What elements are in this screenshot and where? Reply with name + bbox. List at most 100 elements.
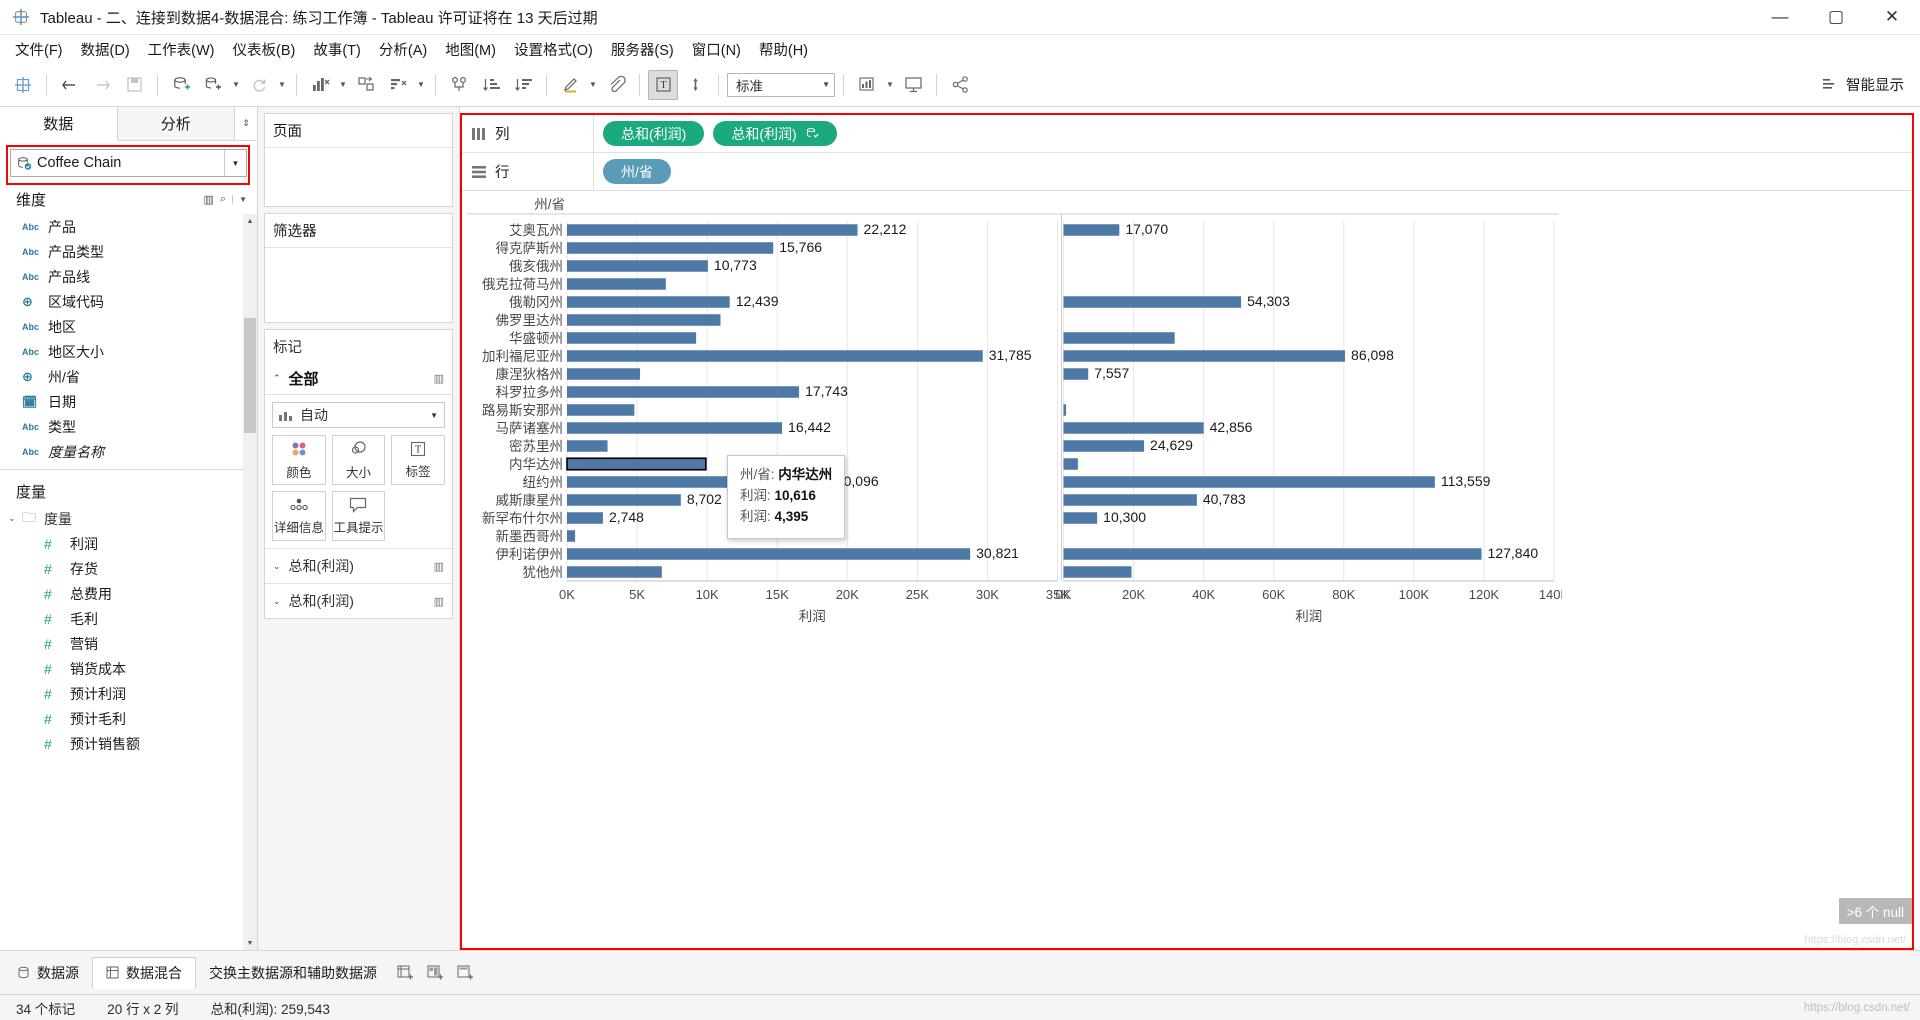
tab-swap-datasources[interactable]: 交换主数据源和辅助数据源 — [196, 957, 390, 989]
minimize-button[interactable]: — — [1752, 0, 1808, 34]
marks-all-row[interactable]: ⌃ 全部 ▥ — [265, 363, 452, 395]
null-indicator-badge[interactable]: >6 个 null — [1838, 898, 1912, 924]
scroll-down-button[interactable]: ▼ — [244, 936, 256, 950]
menu-worksheet[interactable]: 工作表(W) — [139, 36, 224, 63]
measure-budget-profit[interactable]: # 预计利润 — [0, 681, 257, 706]
tab-data-blending[interactable]: 数据混合 — [92, 956, 196, 989]
field-product-type[interactable]: Abc 产品类型 — [0, 239, 257, 264]
new-worksheet-button[interactable] — [390, 958, 420, 988]
measure-inventory[interactable]: # 存货 — [0, 556, 257, 581]
chevron-down-icon[interactable]: ▼ — [430, 411, 438, 420]
show-hide-cards-caret-icon[interactable]: ▼ — [884, 70, 896, 100]
pane-resize-handle[interactable]: ⇕ — [235, 107, 257, 140]
data-pane-scrollbar[interactable]: ▲ ▼ — [243, 214, 257, 950]
menu-data[interactable]: 数据(D) — [72, 36, 139, 63]
field-product[interactable]: Abc 产品 — [0, 214, 257, 239]
menu-server[interactable]: 服务器(S) — [602, 36, 683, 63]
chevron-down-icon[interactable]: ⌄ — [273, 561, 281, 572]
chevron-up-icon[interactable]: ⌃ — [273, 373, 281, 384]
marks-section-sum-profit-1[interactable]: ⌄ 总和(利润) ▥ — [265, 548, 452, 583]
menu-file[interactable]: 文件(F) — [6, 36, 72, 63]
measure-budget-margin[interactable]: # 预计毛利 — [0, 706, 257, 731]
highlight-caret-icon[interactable]: ▼ — [587, 70, 599, 100]
undo-button[interactable] — [55, 70, 85, 100]
new-dashboard-button[interactable] — [420, 958, 450, 988]
menu-window[interactable]: 窗口(N) — [683, 36, 750, 63]
show-me-button[interactable]: 智能显示 — [1822, 74, 1912, 95]
marks-detail-button[interactable]: 详细信息 — [272, 491, 326, 541]
pages-card-drop-zone[interactable] — [265, 148, 452, 206]
menu-dashboard[interactable]: 仪表板(B) — [224, 36, 305, 63]
fix-axes-icon[interactable] — [680, 70, 710, 100]
fit-select[interactable]: 标准 ▼ — [727, 72, 835, 97]
sort-ascending-icon[interactable] — [476, 70, 506, 100]
show-labels-icon[interactable]: T — [648, 69, 678, 100]
clear-sheet-caret-icon[interactable]: ▼ — [337, 70, 349, 100]
scroll-up-button[interactable]: ▲ — [244, 214, 256, 228]
chevron-down-icon[interactable]: ⌄ — [273, 596, 281, 607]
menu-analysis[interactable]: 分析(A) — [370, 36, 436, 63]
share-icon[interactable] — [945, 70, 975, 100]
presentation-mode-icon[interactable] — [898, 70, 928, 100]
measure-cogs[interactable]: # 销货成本 — [0, 656, 257, 681]
marks-section-menu-icon[interactable]: ▥ — [434, 560, 444, 573]
marks-color-button[interactable]: 颜色 — [272, 435, 326, 485]
tab-data[interactable]: 数据 — [0, 107, 118, 141]
save-button[interactable] — [119, 70, 149, 100]
tab-datasource[interactable]: 数据源 — [4, 957, 92, 989]
marks-size-button[interactable]: 大小 — [331, 435, 386, 485]
menu-format[interactable]: 设置格式(O) — [505, 36, 602, 63]
field-state[interactable]: ⊕ 州/省 — [0, 364, 257, 389]
swap-rows-cols-icon[interactable] — [351, 70, 381, 100]
field-market-size[interactable]: Abc 地区大小 — [0, 339, 257, 364]
redo-button[interactable] — [87, 70, 117, 100]
menu-help[interactable]: 帮助(H) — [750, 36, 817, 63]
rows-shelf-drop[interactable]: 州/省 — [594, 153, 1912, 190]
tableau-home-icon[interactable] — [8, 70, 38, 100]
measure-profit[interactable]: # 利润 — [0, 531, 257, 556]
datasource-selector[interactable]: Coffee Chain ▼ — [10, 149, 247, 177]
chevron-down-icon[interactable]: ⌄ — [8, 513, 22, 524]
columns-shelf-drop[interactable]: 总和(利润) 总和(利润) — [594, 115, 1912, 152]
measures-folder-row[interactable]: ⌄ 🗀 度量 — [0, 506, 257, 531]
sort-clear-icon[interactable] — [383, 70, 413, 100]
field-type[interactable]: Abc 类型 — [0, 414, 257, 439]
show-hide-cards-icon[interactable] — [852, 70, 882, 100]
attach-icon[interactable] — [601, 70, 631, 100]
field-market[interactable]: Abc 地区 — [0, 314, 257, 339]
new-worksheet-caret-icon[interactable]: ▼ — [230, 70, 242, 100]
plot-area[interactable]: 州/省 艾奥瓦州 得克萨斯州 俄亥俄州 俄克拉荷马州 俄勒冈州 佛罗里达州 华盛顿州 加利福尼亚… — [462, 191, 1912, 948]
measure-total-expenses[interactable]: # 总费用 — [0, 581, 257, 606]
measure-margin[interactable]: # 毛利 — [0, 606, 257, 631]
field-date[interactable]: 🗓 日期 — [0, 389, 257, 414]
new-story-button[interactable] — [450, 958, 480, 988]
group-members-icon[interactable] — [444, 70, 474, 100]
sort-caret-icon[interactable]: ▼ — [415, 70, 427, 100]
sort-descending-icon[interactable] — [508, 70, 538, 100]
scrollbar-thumb[interactable] — [244, 318, 256, 433]
field-product-line[interactable]: Abc 产品线 — [0, 264, 257, 289]
mark-type-select[interactable]: 自动 ▼ — [272, 402, 445, 428]
dimensions-caret-icon[interactable]: ▼ — [232, 195, 247, 204]
field-area-code[interactable]: ⊕ 区域代码 — [0, 289, 257, 314]
rows-shelf[interactable]: 行 州/省 — [462, 153, 1912, 191]
field-measure-names[interactable]: Abc 度量名称 — [0, 439, 257, 464]
menu-story[interactable]: 故事(T) — [304, 36, 370, 63]
filters-card-drop-zone[interactable] — [265, 248, 452, 322]
bar-chart-canvas[interactable]: 州/省艾奥瓦州得克萨斯州俄亥俄州俄克拉荷马州俄勒冈州佛罗里达州华盛顿州加利福尼亚… — [462, 191, 1562, 629]
pill-sum-profit-2[interactable]: 总和(利润) — [713, 121, 837, 146]
maximize-button[interactable]: ▢ — [1808, 0, 1864, 34]
marks-section-sum-profit-2[interactable]: ⌄ 总和(利润) ▥ — [265, 583, 452, 618]
search-icon[interactable]: ⌕ — [220, 193, 226, 206]
measure-marketing[interactable]: # 营销 — [0, 631, 257, 656]
marks-tooltip-button[interactable]: 工具提示 — [331, 491, 386, 541]
highlight-icon[interactable] — [555, 70, 585, 100]
menu-map[interactable]: 地图(M) — [436, 36, 505, 63]
refresh-caret-icon[interactable]: ▼ — [276, 70, 288, 100]
tab-analytics[interactable]: 分析 — [117, 107, 235, 140]
datasource-chevron-down-icon[interactable]: ▼ — [224, 150, 246, 176]
new-datasource-icon[interactable] — [166, 70, 196, 100]
new-worksheet-icon[interactable] — [198, 70, 228, 100]
columns-shelf[interactable]: 列 总和(利润) 总和(利润) — [462, 115, 1912, 153]
close-button[interactable]: ✕ — [1864, 0, 1920, 34]
